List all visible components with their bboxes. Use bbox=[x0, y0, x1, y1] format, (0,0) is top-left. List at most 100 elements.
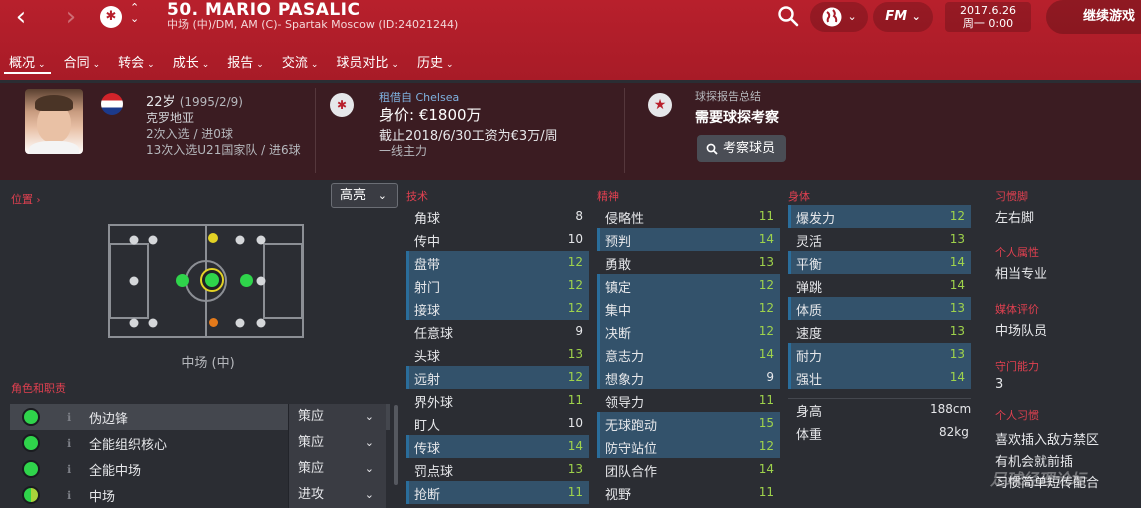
attribute-row: 角球 8 bbox=[406, 205, 589, 228]
role-suitability-dot bbox=[22, 408, 40, 426]
attribute-name: 视野 bbox=[605, 488, 632, 503]
attribute-row: 防守站位 12 bbox=[597, 435, 780, 458]
tab-label: 合同 bbox=[63, 56, 90, 71]
position-marker-mc-selected bbox=[202, 270, 222, 290]
attribute-row: 抢断 11 bbox=[406, 481, 589, 504]
attribute-row: 领导力 11 bbox=[597, 389, 780, 412]
role-duty-value: 策应 bbox=[298, 409, 325, 424]
attribute-name: 接球 bbox=[414, 304, 441, 319]
tab-reports[interactable]: 报告 ⌄ bbox=[218, 44, 273, 80]
attribute-value: 14 bbox=[758, 347, 774, 361]
position-marker-dm bbox=[209, 318, 218, 327]
fm-logo: FM bbox=[885, 9, 908, 24]
scout-summary: 需要球探考察 bbox=[695, 110, 779, 126]
attribute-name: 领导力 bbox=[605, 396, 645, 411]
chevron-right-icon: › bbox=[36, 195, 41, 206]
position-marker-mc-right bbox=[240, 274, 253, 287]
chevron-down-icon: ⌄ bbox=[147, 60, 155, 70]
attribute-row: 视野 11 bbox=[597, 481, 780, 504]
personality-value: 相当专业 bbox=[995, 267, 1048, 282]
role-duty-select[interactable]: 策应 ⌄ bbox=[288, 456, 386, 482]
key-attribute-marker bbox=[406, 297, 409, 320]
tab-development[interactable]: 成长 ⌄ bbox=[164, 44, 219, 80]
loan-from-club-link[interactable]: Chelsea bbox=[416, 91, 460, 104]
attribute-value: 10 bbox=[567, 232, 583, 246]
attribute-value: 12 bbox=[758, 278, 774, 292]
position-title-text: 位置 bbox=[11, 193, 33, 206]
attribute-value: 12 bbox=[567, 370, 583, 384]
forward-icon[interactable]: › bbox=[56, 4, 86, 34]
attribute-name: 盯人 bbox=[414, 419, 441, 434]
chevron-down-icon: ⌄ bbox=[310, 60, 319, 70]
game-date[interactable]: 2017.6.26 周一 0:00 bbox=[945, 2, 1031, 32]
tab-overview[interactable]: 概况 ⌄ bbox=[0, 44, 55, 80]
position-label: 中场 (中) bbox=[181, 356, 235, 371]
attribute-value: 11 bbox=[758, 209, 774, 223]
role-duty-select[interactable]: 策应 ⌄ bbox=[288, 430, 386, 456]
goalkeeping-value: 3 bbox=[995, 377, 1004, 392]
role-row[interactable]: ℹ 全能中场 策应 ⌄ bbox=[10, 456, 390, 482]
key-attribute-marker bbox=[406, 366, 409, 389]
player-avatar bbox=[25, 89, 83, 154]
attribute-value: 13 bbox=[567, 347, 583, 361]
attribute-row: 耐力 13 bbox=[788, 343, 971, 366]
attribute-name: 意志力 bbox=[605, 350, 645, 365]
info-icon[interactable]: ℹ bbox=[67, 411, 71, 424]
personality-label: 个人属性 bbox=[995, 246, 1039, 259]
player-habit-item: 喜欢插入敌方禁区 bbox=[995, 433, 1100, 448]
chevron-down-icon: ⌄ bbox=[364, 488, 374, 501]
preferred-foot-value: 左右脚 bbox=[995, 211, 1035, 226]
key-attribute-marker bbox=[597, 435, 600, 458]
role-duty-value: 策应 bbox=[298, 435, 325, 450]
role-duty-value: 策应 bbox=[298, 461, 325, 476]
world-menu-button[interactable]: ⌄ bbox=[810, 2, 868, 32]
tab-interaction[interactable]: 交流 ⌄ bbox=[273, 44, 328, 80]
attribute-name: 爆发力 bbox=[796, 212, 836, 227]
attribute-name: 勇敢 bbox=[605, 258, 632, 273]
attribute-row: 预判 14 bbox=[597, 228, 780, 251]
highlight-select[interactable]: 高亮 ⌄ bbox=[331, 183, 398, 208]
back-icon[interactable]: ‹ bbox=[6, 4, 36, 34]
info-icon[interactable]: ℹ bbox=[67, 489, 71, 502]
date-line-1: 2017.6.26 bbox=[960, 4, 1016, 17]
key-attribute-marker bbox=[406, 251, 409, 274]
attribute-value: 12 bbox=[949, 209, 965, 223]
role-duty-select[interactable]: 策应 ⌄ bbox=[288, 404, 386, 430]
prev-next-player-arrows[interactable]: ⌃ ⌄ bbox=[130, 2, 139, 24]
chevron-down-icon: ⌄ bbox=[391, 60, 399, 70]
info-icon[interactable]: ℹ bbox=[67, 437, 71, 450]
attribute-row: 传球 14 bbox=[406, 435, 589, 458]
attribute-value: 14 bbox=[758, 232, 774, 246]
role-row[interactable]: ℹ 中场 进攻 ⌄ bbox=[10, 482, 390, 508]
tab-transfer[interactable]: 转会 ⌄ bbox=[109, 44, 164, 80]
scout-player-button[interactable]: 考察球员 bbox=[697, 135, 786, 162]
mental-title: 精神 bbox=[597, 190, 619, 203]
tab-compare[interactable]: 球员对比 ⌄ bbox=[327, 44, 408, 80]
chevron-down-icon: ⌄ bbox=[377, 189, 387, 202]
tab-contract[interactable]: 合同 ⌄ bbox=[55, 44, 110, 80]
key-attribute-marker bbox=[788, 297, 791, 320]
role-row[interactable]: ℹ 全能组织核心 策应 ⌄ bbox=[10, 430, 390, 456]
role-suitability-dot bbox=[22, 486, 40, 504]
position-section-title[interactable]: 位置 › bbox=[11, 191, 41, 207]
roles-scrollbar[interactable] bbox=[394, 405, 398, 485]
attribute-name: 传球 bbox=[414, 442, 441, 457]
star-icon: ★ bbox=[648, 93, 672, 117]
info-icon[interactable]: ℹ bbox=[67, 463, 71, 476]
goalkeeping-label: 守门能力 bbox=[995, 360, 1039, 373]
attribute-name: 速度 bbox=[796, 327, 823, 342]
highlight-select-value: 高亮 bbox=[340, 188, 367, 203]
tab-history[interactable]: 历史 ⌄ bbox=[408, 44, 463, 80]
search-icon[interactable] bbox=[776, 4, 800, 28]
roles-section-title: 角色和职责 bbox=[11, 382, 66, 395]
fm-menu-button[interactable]: FM ⌄ bbox=[873, 2, 933, 32]
role-row[interactable]: ℹ 伪边锋 策应 ⌄ bbox=[10, 404, 390, 430]
player-value: 身价: €1800万 bbox=[379, 106, 482, 124]
continue-game-button[interactable]: 继续游戏 bbox=[1046, 0, 1141, 34]
attribute-value: 14 bbox=[567, 439, 583, 453]
attribute-row: 盘带 12 bbox=[406, 251, 589, 274]
key-attribute-marker bbox=[788, 366, 791, 389]
role-duty-select[interactable]: 进攻 ⌄ bbox=[288, 482, 386, 508]
attribute-value: 14 bbox=[949, 255, 965, 269]
forum-watermark: 足球经理论坛 bbox=[990, 470, 1087, 489]
